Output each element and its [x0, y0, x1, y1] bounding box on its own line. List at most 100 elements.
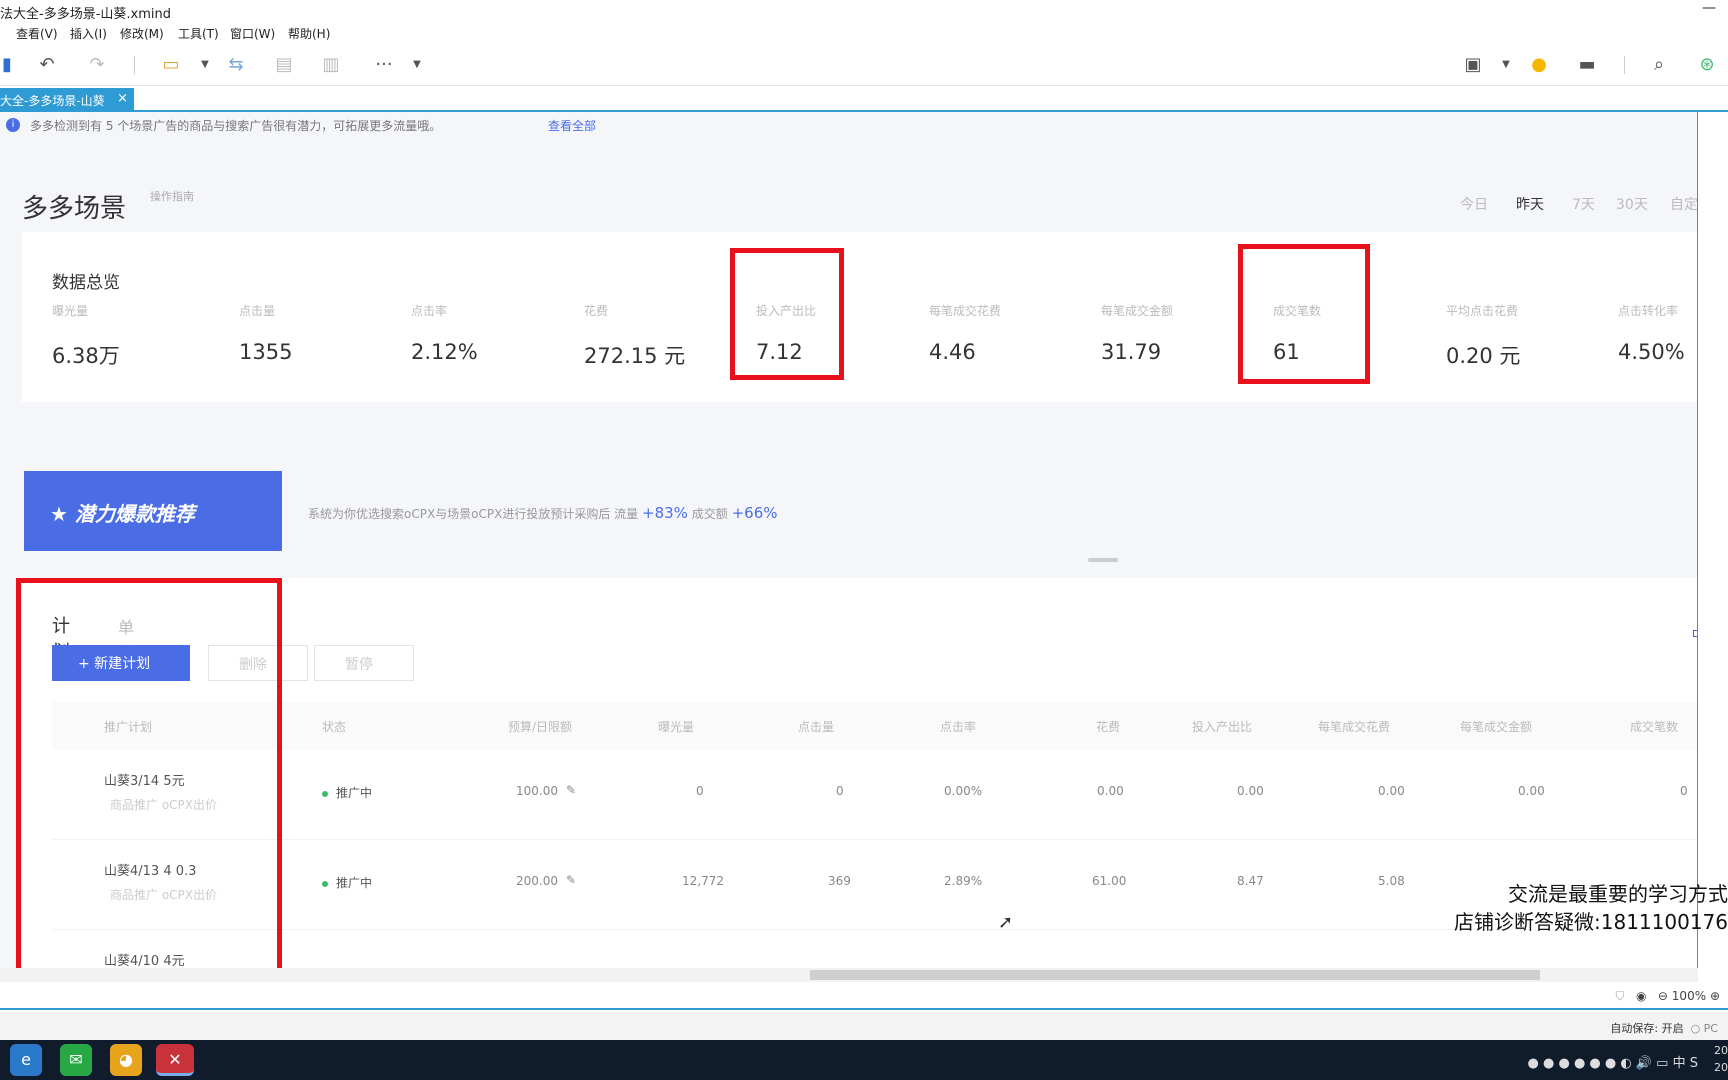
- menu-window[interactable]: 窗口(W): [230, 25, 275, 42]
- minimize-button[interactable]: —: [1702, 0, 1716, 16]
- boundary-icon[interactable]: ▤: [273, 54, 295, 76]
- zoom-out-icon[interactable]: ⊖: [1658, 989, 1668, 1003]
- col-clicks[interactable]: 点击量: [798, 718, 834, 735]
- redo-icon[interactable]: ↷: [86, 54, 108, 76]
- app-icon[interactable]: ◕: [110, 1044, 142, 1076]
- recommend-button[interactable]: ★ 潜力爆款推荐: [24, 471, 282, 551]
- relationship-icon[interactable]: ⇆: [225, 54, 247, 76]
- more-icon[interactable]: ···: [373, 54, 395, 76]
- drag-handle[interactable]: [1088, 558, 1118, 562]
- metric-label: 点击转化率: [1618, 304, 1679, 318]
- metric-conversion: 点击转化率 4.50%: [1618, 302, 1697, 364]
- menu-view[interactable]: 查看(V): [16, 25, 58, 42]
- plan-avg: 0.00: [1518, 784, 1545, 798]
- overview-card: 数据总览 曝光量 6.38万 点击量 1355 点击率 2.12% 花费 272…: [22, 232, 1697, 402]
- zoom-in-icon[interactable]: ⊕: [1710, 989, 1720, 1003]
- plan-status: 推广中: [322, 784, 372, 801]
- metric-exposure: 曝光量 6.38万: [52, 302, 202, 370]
- status-bar: ⛉ ◉ ⊖ 100% ⊕: [0, 984, 1728, 1010]
- col-status[interactable]: 状态: [322, 718, 346, 735]
- xmind-icon[interactable]: ✕: [156, 1044, 194, 1076]
- plan-budget[interactable]: 200.00: [516, 874, 558, 888]
- autosave-status[interactable]: 自动保存: 开启 ○ PC: [1610, 1020, 1718, 1036]
- watermark-line1: 交流是最重要的学习方式: [1508, 882, 1728, 906]
- ime-indicator[interactable]: 中: [1673, 1056, 1686, 1071]
- edit-icon[interactable]: ✎: [566, 783, 576, 797]
- idea-bulb-icon[interactable]: ●: [1528, 54, 1550, 76]
- col-cost-per-order[interactable]: 每笔成交花费: [1318, 718, 1390, 735]
- wechat-icon[interactable]: ✉: [60, 1044, 92, 1076]
- highlight-box-orders: [1238, 244, 1370, 384]
- menu-insert[interactable]: 插入(I): [70, 25, 107, 42]
- scrollbar-thumb[interactable]: [810, 970, 1540, 980]
- menu-help[interactable]: 帮助(H): [288, 25, 330, 42]
- undo-icon[interactable]: ↶: [36, 54, 58, 76]
- date-tab-yesterday[interactable]: 昨天: [1516, 194, 1544, 214]
- window-title: 法大全-多多场景-山葵.xmind: [0, 7, 171, 22]
- date-tab-7d[interactable]: 7天: [1572, 194, 1595, 214]
- save-icon[interactable]: ▮: [0, 54, 18, 76]
- toolbar: ▮ ↶ ↷ ▭ ▼ ⇆ ▤ ▥ ··· ▼ ▣ ▼ ● ▬ ⌕ ⊛: [0, 44, 1728, 86]
- date-tab-custom[interactable]: 自定义: [1670, 194, 1697, 214]
- summary-icon[interactable]: ▥: [320, 54, 342, 76]
- edit-icon[interactable]: ✎: [566, 873, 576, 887]
- map-canvas[interactable]: i 多多检测到有 5 个场景广告的商品与搜索广告很有潜力，可拓展更多流量哦。 查…: [0, 112, 1698, 968]
- pause-button[interactable]: 暂停: [314, 645, 414, 681]
- autosave-bar: 自动保存: 开启 ○ PC: [0, 1012, 1728, 1040]
- plan-orders: 0: [1680, 784, 1688, 798]
- eye-icon[interactable]: ◉: [1636, 989, 1646, 1003]
- metric-value: 6.38万: [52, 344, 120, 368]
- date-tab-30d[interactable]: 30天: [1616, 194, 1648, 214]
- presentation-icon[interactable]: ▣: [1462, 54, 1484, 76]
- selection-handle[interactable]: [1693, 630, 1697, 637]
- plan-ctr: 0.00%: [944, 784, 983, 798]
- plan-roi: 8.47: [1237, 874, 1264, 888]
- menu-tools[interactable]: 工具(T): [178, 25, 219, 42]
- col-ctr[interactable]: 点击率: [940, 718, 976, 735]
- date-tab-today[interactable]: 今日: [1460, 194, 1488, 214]
- mouse-cursor-icon: ➚: [998, 912, 1014, 933]
- metric-value: 272.15 元: [584, 344, 686, 368]
- chevron-down-icon[interactable]: ▼: [194, 54, 216, 76]
- clock-date: 20: [1714, 1061, 1728, 1074]
- plan-budget[interactable]: 100.00: [516, 784, 558, 798]
- plan-roi: 0.00: [1237, 784, 1264, 798]
- zoom-level[interactable]: 100%: [1672, 989, 1706, 1003]
- plan-cost: 61.00: [1092, 874, 1127, 888]
- chevron-down-icon-3[interactable]: ▼: [1495, 54, 1517, 76]
- metric-label: 每笔成交金额: [1101, 304, 1174, 318]
- metric-value: 1355: [239, 340, 293, 364]
- ie-browser-icon[interactable]: e: [10, 1044, 42, 1076]
- clock[interactable]: 20 20: [1714, 1042, 1728, 1076]
- share-icon[interactable]: ⊛: [1696, 54, 1718, 76]
- col-roi[interactable]: 投入产出比: [1192, 718, 1252, 735]
- autosave-text: 自动保存: 开启: [1610, 1022, 1684, 1035]
- page-subtitle[interactable]: 操作指南: [150, 188, 194, 204]
- col-orders[interactable]: 成交笔数: [1630, 718, 1678, 735]
- recommend-deal: +66%: [731, 504, 778, 522]
- menu-modify[interactable]: 修改(M): [120, 25, 164, 42]
- close-icon[interactable]: ×: [117, 91, 128, 106]
- search-icon[interactable]: ⌕: [1648, 54, 1670, 76]
- col-exposure[interactable]: 曝光量: [658, 718, 694, 735]
- notice-link[interactable]: 查看全部: [548, 117, 596, 134]
- col-amount-per-order[interactable]: 每笔成交金额: [1460, 718, 1532, 735]
- horizontal-scrollbar[interactable]: [0, 968, 1698, 982]
- metric-label: 花费: [584, 304, 609, 318]
- table-row[interactable]: 山葵3/14 5元 商品推广 oCPX出价 推广中 100.00 ✎ 0 0 0…: [52, 750, 1697, 840]
- highlight-box-plan-column: [16, 578, 282, 968]
- plan-status: 推广中: [322, 874, 372, 891]
- menu-bar: 查看(V) 插入(I) 修改(M) 工具(T) 窗口(W) 帮助(H): [0, 22, 1728, 44]
- document-tabbar: 大全-多多场景-山葵 ×: [0, 88, 1728, 112]
- metric-value: 2.12%: [411, 340, 478, 364]
- table-header: 推广计划 状态 预算/日限额 曝光量 点击量 点击率 花费 投入产出比 每笔成交…: [52, 702, 1697, 750]
- chevron-down-icon-2[interactable]: ▼: [406, 54, 428, 76]
- outline-icon[interactable]: ▬: [1576, 54, 1598, 76]
- col-budget[interactable]: 预算/日限额: [508, 718, 572, 735]
- tab-document[interactable]: 大全-多多场景-山葵 ×: [0, 88, 134, 112]
- topic-icon[interactable]: ▭: [160, 54, 182, 76]
- metric-value: 4.46: [929, 340, 976, 364]
- filter-icon[interactable]: ⛉: [1616, 989, 1625, 1003]
- plan-clicks: 369: [828, 874, 851, 888]
- col-cost[interactable]: 花费: [1096, 718, 1120, 735]
